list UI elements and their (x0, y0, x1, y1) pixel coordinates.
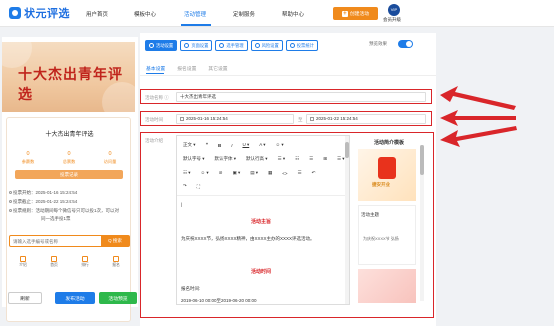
arrow-icon (440, 126, 517, 147)
tab-label: 活动设置 (156, 42, 174, 48)
bottom-nav-label: 介绍 (19, 263, 27, 267)
preview-activity-button[interactable]: 活动预览 (99, 292, 137, 304)
info-vote-start: 投票开始：2025-01-16 15:24:54 (9, 190, 77, 196)
nav-user-home[interactable]: 用户首页 (86, 10, 108, 18)
nav-activity-management[interactable]: 活动管理 (184, 10, 206, 18)
shield-icon (254, 43, 260, 48)
create-activity-label: 创建活动 (349, 12, 370, 17)
bottom-nav-home[interactable]: 首页 (44, 256, 64, 268)
nav-active-indicator (181, 24, 211, 26)
vip-avatar[interactable]: VIP (388, 4, 400, 16)
bottom-nav-label: 排行 (81, 263, 89, 267)
signup-icon (113, 256, 119, 262)
subtab-basic[interactable]: 基本设置 (146, 65, 165, 72)
stat-label: 访问量 (103, 159, 117, 164)
plus-icon: + (341, 10, 348, 17)
stat-total-votes: 0 总票数 (54, 151, 84, 165)
logo-icon (9, 7, 21, 19)
tab-activity-settings[interactable]: 活动设置 (145, 40, 178, 51)
vip-upgrade-link[interactable]: 会员升级 (383, 17, 401, 23)
refresh-button[interactable]: 刷新 (8, 292, 42, 304)
player-search-input[interactable] (13, 238, 98, 245)
player-search: Q 搜索 (9, 235, 130, 247)
settings-sub-tabs: 基本设置 报名设置 其它设置 (146, 65, 228, 72)
bottom-nav-intro[interactable]: 介绍 (13, 256, 33, 268)
info-text: 投票开始：2025-01-16 15:24:54 (13, 190, 78, 195)
tab-label: 风险设置 (261, 42, 279, 48)
preview-banner: 十大杰出青年评选 (2, 42, 135, 112)
stat-participants: 0 参赛数 (13, 151, 43, 165)
logo[interactable]: 状元评选 (9, 5, 70, 21)
users-icon (219, 43, 225, 48)
stat-value: 0 (67, 151, 71, 157)
info-icon (9, 209, 12, 213)
logo-text: 状元评选 (24, 8, 70, 20)
info-vote-rule: 投票规则：活动期间每个微信号只可以投1次，可以对 (9, 208, 119, 214)
search-button[interactable]: Q 搜索 (101, 236, 129, 246)
preview-effect-label: 预览效果 (369, 41, 387, 46)
home-icon (51, 256, 57, 262)
create-activity-button[interactable]: + 创建活动 (333, 7, 378, 20)
stat-value: 0 (26, 151, 30, 157)
info-vote-end: 投票截止：2025-01-22 15:24:54 (9, 199, 77, 205)
bottom-nav-signup[interactable]: 报名 (106, 256, 126, 268)
rank-icon (82, 256, 88, 262)
bottom-nav-rank[interactable]: 排行 (75, 256, 95, 268)
tab-player-management[interactable]: 选手管理 (215, 40, 248, 51)
preview-effect-toggle[interactable] (398, 40, 413, 48)
highlight-box-activity-name (140, 89, 432, 104)
highlight-box-activity-intro (140, 132, 434, 318)
stat-visits: 0 访问量 (95, 151, 125, 165)
tab-label: 选手管理 (226, 42, 244, 48)
stat-label: 总票数 (62, 159, 76, 164)
info-text: 投票规则：活动期间每个微信号只可以投1次，可以对 (13, 208, 120, 213)
page-icon (184, 43, 190, 48)
chart-icon (289, 43, 295, 48)
info-vote-rule-cont: 同一选手投1票 (41, 216, 71, 221)
publish-activity-button[interactable]: 发布活动 (55, 292, 95, 304)
subtab-signup[interactable]: 报名设置 (177, 65, 196, 72)
tab-page-settings[interactable]: 页面设置 (180, 40, 213, 51)
nav-template-center[interactable]: 模板中心 (134, 10, 156, 18)
subtab-other[interactable]: 其它设置 (208, 65, 227, 72)
stat-value: 0 (108, 151, 112, 157)
clock-icon (9, 200, 12, 204)
arrow-icon (440, 86, 516, 110)
settings-icon (149, 43, 154, 48)
intro-icon (20, 256, 26, 262)
bottom-nav-label: 首页 (50, 263, 58, 267)
vote-record-button[interactable]: 投票记录 (15, 170, 123, 179)
tab-label: 页面设置 (191, 42, 209, 48)
arrow-icon (440, 110, 516, 126)
bottom-nav-label: 报名 (112, 263, 120, 267)
nav-custom-service[interactable]: 定制服务 (233, 10, 255, 18)
stat-label: 参赛数 (21, 159, 35, 164)
nav-help-center[interactable]: 帮助中心 (282, 10, 304, 18)
highlight-box-activity-time (140, 111, 432, 126)
clock-icon (9, 191, 12, 195)
preview-bottom-nav: 介绍 首页 排行 报名 (7, 256, 132, 272)
top-navigation: 状元评选 用户首页 模板中心 活动管理 定制服务 帮助中心 + 创建活动 VIP… (0, 0, 554, 27)
tab-vote-statistics[interactable]: 投票统计 (285, 40, 318, 51)
preview-card-title: 十大杰出青年评选 (45, 132, 94, 138)
divider (140, 75, 436, 76)
banner-title: 十大杰出青年评选 (18, 67, 123, 103)
annotation-arrows (440, 86, 517, 147)
tab-label: 投票统计 (296, 42, 314, 48)
tab-risk-settings[interactable]: 风险设置 (250, 40, 283, 51)
settings-tool-tabs: 活动设置 页面设置 选手管理 风险设置 投票统计 (145, 40, 318, 51)
info-text: 投票截止：2025-01-22 15:24:54 (13, 199, 78, 204)
subtab-active-indicator (146, 73, 164, 74)
